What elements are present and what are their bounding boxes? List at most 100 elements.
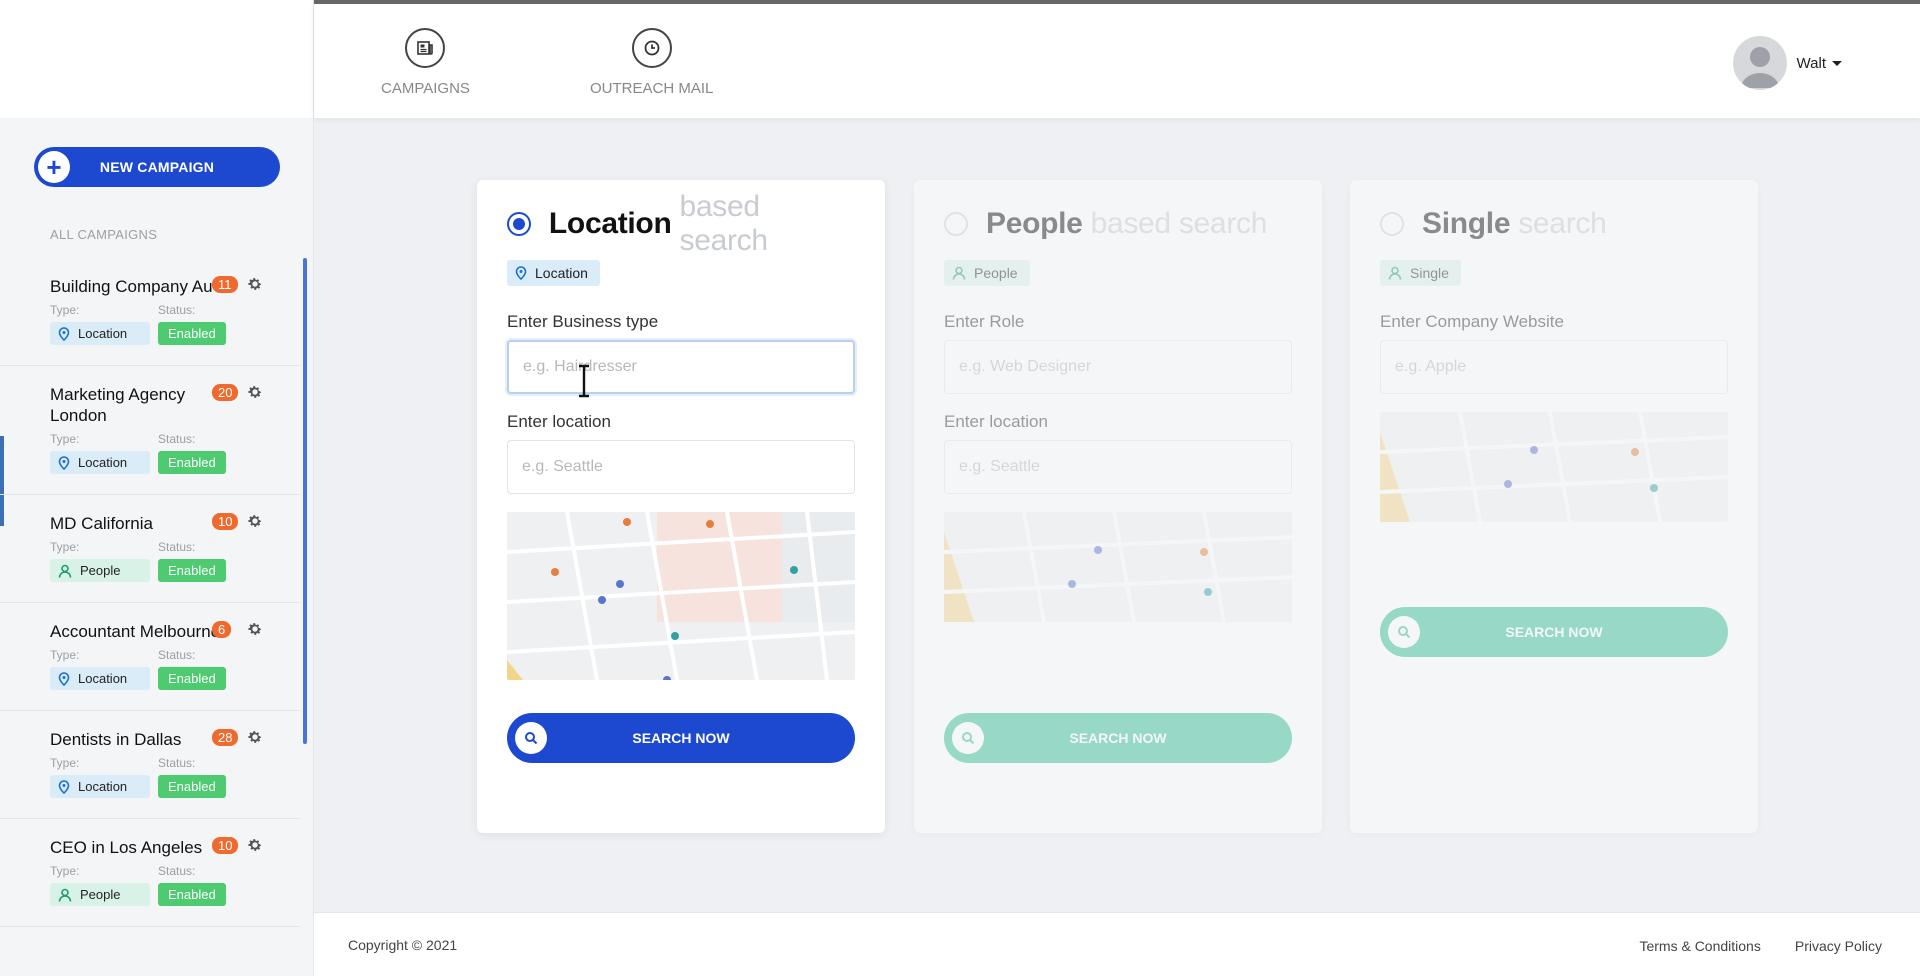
person-icon: [1388, 266, 1402, 280]
top-bar: CAMPAIGNS OUTREACH MAIL Walt: [314, 0, 1920, 118]
people-search-radio[interactable]: [944, 212, 968, 236]
status-label: Status:: [158, 540, 196, 554]
terms-link[interactable]: Terms & Conditions: [1639, 938, 1760, 954]
nav-campaigns[interactable]: CAMPAIGNS: [381, 28, 470, 97]
type-pill: People: [50, 883, 150, 906]
campaign-item[interactable]: MD California 10 Type: Status: People Ena…: [0, 495, 300, 603]
location-pin-icon: [58, 455, 70, 470]
type-label: Type:: [50, 864, 80, 878]
copyright-text: Copyright © 2021: [348, 937, 458, 953]
search-button-label: SEARCH NOW: [1069, 730, 1167, 746]
status-label: Status:: [158, 303, 196, 317]
type-label: Type:: [50, 648, 80, 662]
person-icon: [952, 266, 966, 280]
campaign-item[interactable]: Building Company Au 11 Type: Status: Loca…: [0, 258, 300, 366]
type-pill: People: [50, 559, 150, 582]
search-icon: [515, 722, 547, 754]
company-website-input[interactable]: [1380, 340, 1728, 394]
user-menu[interactable]: Walt: [1732, 36, 1842, 90]
single-tag: Single: [1380, 260, 1461, 286]
logo-area: [0, 0, 313, 118]
search-button-label: SEARCH NOW: [632, 730, 730, 746]
company-website-label: Enter Company Website: [1380, 312, 1564, 331]
status-label: Status:: [158, 432, 196, 446]
tag-label: Location: [535, 265, 588, 281]
location-input[interactable]: [944, 440, 1292, 494]
location-pin-icon: [58, 779, 70, 794]
people-search-button[interactable]: SEARCH NOW: [944, 713, 1292, 763]
campaign-item[interactable]: Dentists in Dallas 28 Type: Status: Locat…: [0, 711, 300, 819]
new-campaign-label: NEW CAMPAIGN: [99, 159, 215, 175]
gear-icon[interactable]: [247, 837, 263, 853]
card-subtitle: based search: [1090, 207, 1268, 240]
status-label: Status:: [158, 756, 196, 770]
status-badge: Enabled: [158, 883, 226, 906]
count-badge: 11: [212, 276, 238, 293]
location-search-card: Location based search Location Enter Bus…: [477, 180, 885, 833]
count-badge: 10: [212, 837, 239, 854]
status-badge: Enabled: [158, 322, 226, 345]
avatar: [1732, 36, 1787, 90]
people-search-card: People based search People Enter Role En…: [914, 180, 1322, 833]
search-icon: [1388, 616, 1420, 648]
card-title: People: [986, 207, 1083, 240]
gear-icon[interactable]: [247, 384, 263, 400]
map-preview: [944, 512, 1292, 622]
campaign-title: Accountant Melbourne: [50, 622, 221, 641]
type-value: Location: [78, 455, 128, 470]
sidebar-scrollbar[interactable]: [303, 258, 307, 744]
card-title: Location: [548, 207, 672, 240]
map-preview: [1380, 412, 1728, 522]
privacy-link[interactable]: Privacy Policy: [1795, 938, 1882, 954]
chevron-down-icon: [1832, 60, 1842, 66]
location-search-button[interactable]: SEARCH NOW: [507, 713, 855, 763]
single-search-radio[interactable]: [1380, 212, 1404, 236]
search-icon: [952, 722, 984, 754]
campaign-item[interactable]: Marketing Agency London 20 Type: Status: …: [0, 366, 300, 495]
footer: Copyright © 2021 Terms & Conditions Priv…: [314, 912, 1920, 976]
type-label: Type:: [50, 540, 80, 554]
user-name: Walt: [1796, 54, 1826, 72]
campaign-item[interactable]: CEO in Los Angeles 10 Type: Status: Peopl…: [0, 819, 300, 927]
tag-label: People: [974, 265, 1018, 281]
plus-icon: +: [38, 151, 70, 183]
campaign-list: Building Company Au 11 Type: Status: Loca…: [0, 258, 300, 927]
count-badge: 10: [212, 513, 239, 530]
search-button-label: SEARCH NOW: [1505, 624, 1603, 640]
location-label: Enter location: [507, 412, 611, 431]
campaign-item[interactable]: Accountant Melbourne 6 Type: Status: Loca…: [0, 603, 300, 711]
location-pin-icon: [58, 671, 70, 686]
tag-label: Single: [1410, 265, 1449, 281]
type-label: Type:: [50, 432, 80, 446]
location-input[interactable]: [507, 440, 855, 494]
campaign-title: MD California: [50, 514, 153, 533]
new-campaign-button[interactable]: + NEW CAMPAIGN: [34, 147, 280, 187]
sidebar: + NEW CAMPAIGN ALL CAMPAIGNS Building Co…: [0, 0, 314, 976]
status-label: Status:: [158, 648, 196, 662]
role-input[interactable]: [944, 340, 1292, 394]
type-value: Location: [78, 671, 128, 686]
nav-outreach-mail[interactable]: OUTREACH MAIL: [590, 28, 713, 97]
location-pin-icon: [58, 326, 70, 341]
location-label: Enter location: [944, 412, 1048, 431]
nav-campaigns-label: CAMPAIGNS: [381, 80, 470, 97]
gear-icon[interactable]: [247, 621, 263, 637]
gear-icon[interactable]: [247, 276, 263, 292]
location-search-radio[interactable]: [507, 212, 531, 236]
nav-outreach-label: OUTREACH MAIL: [590, 80, 714, 97]
campaign-title: CEO in Los Angeles: [50, 838, 203, 857]
gear-icon[interactable]: [247, 513, 263, 529]
type-value: Location: [78, 326, 128, 341]
status-badge: Enabled: [158, 775, 226, 798]
clock-icon: [631, 28, 672, 68]
status-badge: Enabled: [158, 451, 226, 474]
single-search-button[interactable]: SEARCH NOW: [1380, 607, 1728, 657]
newspaper-icon: [405, 28, 446, 68]
type-pill: Location: [50, 775, 150, 798]
business-type-input[interactable]: [507, 340, 855, 394]
gear-icon[interactable]: [247, 729, 263, 745]
card-title: Single: [1422, 207, 1511, 240]
map-preview: [507, 512, 855, 680]
footer-links: Terms & Conditions Privacy Policy: [1639, 938, 1882, 954]
type-value: People: [80, 563, 121, 578]
